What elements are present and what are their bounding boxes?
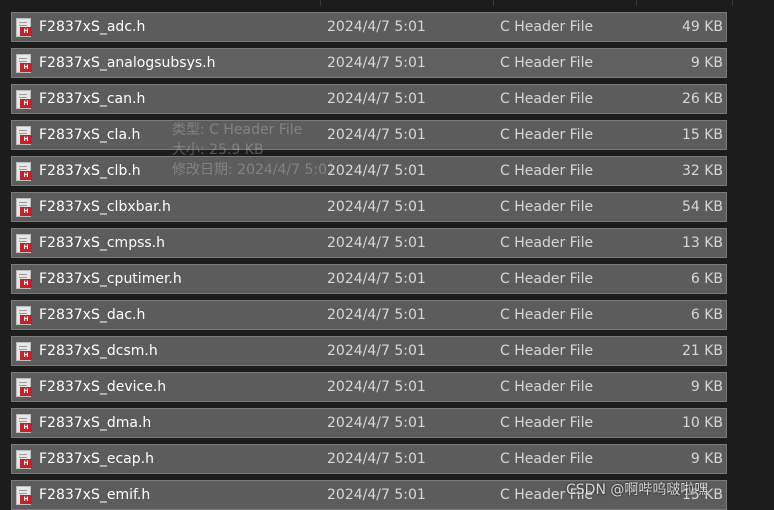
file-size: 9 KB	[690, 379, 723, 395]
file-date: 2024/4/7 5:01	[327, 487, 426, 503]
file-name: F2837xS_cmpss.h	[39, 235, 165, 251]
file-type: C Header File	[500, 235, 594, 251]
file-row[interactable]: H F2837xS_dac.h 2024/4/7 5:01 C Header File…	[11, 300, 727, 330]
file-row[interactable]: H F2837xS_clb.h 2024/4/7 5:01 C Header File…	[11, 156, 727, 186]
file-name: F2837xS_cputimer.h	[39, 271, 182, 287]
file-date: 2024/4/7 5:01	[327, 271, 426, 287]
c-header-file-icon: H	[16, 162, 32, 181]
file-date: 2024/4/7 5:01	[327, 235, 426, 251]
file-date: 2024/4/7 5:01	[327, 451, 426, 467]
column-divider[interactable]	[636, 0, 637, 6]
column-divider[interactable]	[320, 0, 321, 6]
c-header-file-icon: H	[16, 198, 32, 217]
file-type: C Header File	[500, 127, 594, 143]
file-size: 9 KB	[690, 55, 723, 71]
file-row[interactable]: H F2837xS_adc.h 2024/4/7 5:01 C Header File…	[11, 12, 727, 42]
c-header-file-icon: H	[16, 450, 32, 469]
file-size: 49 KB	[681, 19, 723, 35]
file-date: 2024/4/7 5:01	[327, 127, 426, 143]
file-name: F2837xS_dcsm.h	[39, 343, 158, 359]
column-divider[interactable]	[732, 0, 733, 6]
file-row[interactable]: H F2837xS_clbxbar.h 2024/4/7 5:01 C Header …	[11, 192, 727, 222]
watermark: CSDN @啊哔呜啵啦嘿	[566, 482, 709, 498]
file-row[interactable]: H F2837xS_device.h 2024/4/7 5:01 C Header F…	[11, 372, 727, 402]
column-divider[interactable]	[493, 0, 494, 6]
file-size: 15 KB	[681, 127, 723, 143]
file-type: C Header File	[500, 91, 594, 107]
file-row[interactable]: H F2837xS_dma.h 2024/4/7 5:01 C Header File…	[11, 408, 727, 438]
file-name: F2837xS_dma.h	[39, 415, 152, 431]
file-row[interactable]: H F2837xS_cputimer.h 2024/4/7 5:01 C Header…	[11, 264, 727, 294]
file-name: F2837xS_cla.h	[39, 127, 141, 143]
c-header-file-icon: H	[16, 486, 32, 505]
c-header-file-icon: H	[16, 18, 32, 37]
file-size: 13 KB	[681, 235, 723, 251]
file-name: F2837xS_clb.h	[39, 163, 141, 179]
file-name: F2837xS_analogsubsys.h	[39, 55, 216, 71]
c-header-file-icon: H	[16, 378, 32, 397]
file-name: F2837xS_can.h	[39, 91, 146, 107]
file-row[interactable]: H F2837xS_analogsubsys.h 2024/4/7 5:01 C He…	[11, 48, 727, 78]
file-row[interactable]: H F2837xS_cmpss.h 2024/4/7 5:01 C Header Fi…	[11, 228, 727, 258]
c-header-file-icon: H	[16, 306, 32, 325]
file-date: 2024/4/7 5:01	[327, 163, 426, 179]
file-type: C Header File	[500, 415, 594, 431]
file-name: F2837xS_emif.h	[39, 487, 151, 503]
file-type: C Header File	[500, 271, 594, 287]
file-date: 2024/4/7 5:01	[327, 343, 426, 359]
file-type: C Header File	[500, 451, 594, 467]
file-size: 21 KB	[681, 343, 723, 359]
file-size: 26 KB	[681, 91, 723, 107]
c-header-file-icon: H	[16, 270, 32, 289]
file-row[interactable]: H F2837xS_cla.h 2024/4/7 5:01 C Header File…	[11, 120, 727, 150]
file-name: F2837xS_device.h	[39, 379, 167, 395]
c-header-file-icon: H	[16, 414, 32, 433]
file-row[interactable]: H F2837xS_dcsm.h 2024/4/7 5:01 C Header Fil…	[11, 336, 727, 366]
file-type: C Header File	[500, 199, 594, 215]
file-date: 2024/4/7 5:01	[327, 415, 426, 431]
file-name: F2837xS_clbxbar.h	[39, 199, 171, 215]
file-date: 2024/4/7 5:01	[327, 307, 426, 323]
file-row[interactable]: H F2837xS_can.h 2024/4/7 5:01 C Header File…	[11, 84, 727, 114]
file-size: 54 KB	[681, 199, 723, 215]
file-type: C Header File	[500, 19, 594, 35]
file-size: 32 KB	[681, 163, 723, 179]
c-header-file-icon: H	[16, 126, 32, 145]
file-size: 9 KB	[690, 451, 723, 467]
file-date: 2024/4/7 5:01	[327, 199, 426, 215]
file-date: 2024/4/7 5:01	[327, 55, 426, 71]
c-header-file-icon: H	[16, 90, 32, 109]
file-date: 2024/4/7 5:01	[327, 91, 426, 107]
file-size: 6 KB	[690, 307, 723, 323]
file-name: F2837xS_adc.h	[39, 19, 146, 35]
file-size: 6 KB	[690, 271, 723, 287]
file-type: C Header File	[500, 307, 594, 323]
c-header-file-icon: H	[16, 342, 32, 361]
c-header-file-icon: H	[16, 234, 32, 253]
file-type: C Header File	[500, 55, 594, 71]
c-header-file-icon: H	[16, 54, 32, 73]
file-date: 2024/4/7 5:01	[327, 379, 426, 395]
file-type: C Header File	[500, 379, 594, 395]
file-name: F2837xS_dac.h	[39, 307, 146, 323]
file-date: 2024/4/7 5:01	[327, 19, 426, 35]
file-row[interactable]: H F2837xS_ecap.h 2024/4/7 5:01 C Header Fil…	[11, 444, 727, 474]
file-type: C Header File	[500, 163, 594, 179]
file-name: F2837xS_ecap.h	[39, 451, 154, 467]
file-size: 10 KB	[681, 415, 723, 431]
file-type: C Header File	[500, 343, 594, 359]
file-list: H F2837xS_adc.h 2024/4/7 5:01 C Header File…	[0, 0, 774, 510]
